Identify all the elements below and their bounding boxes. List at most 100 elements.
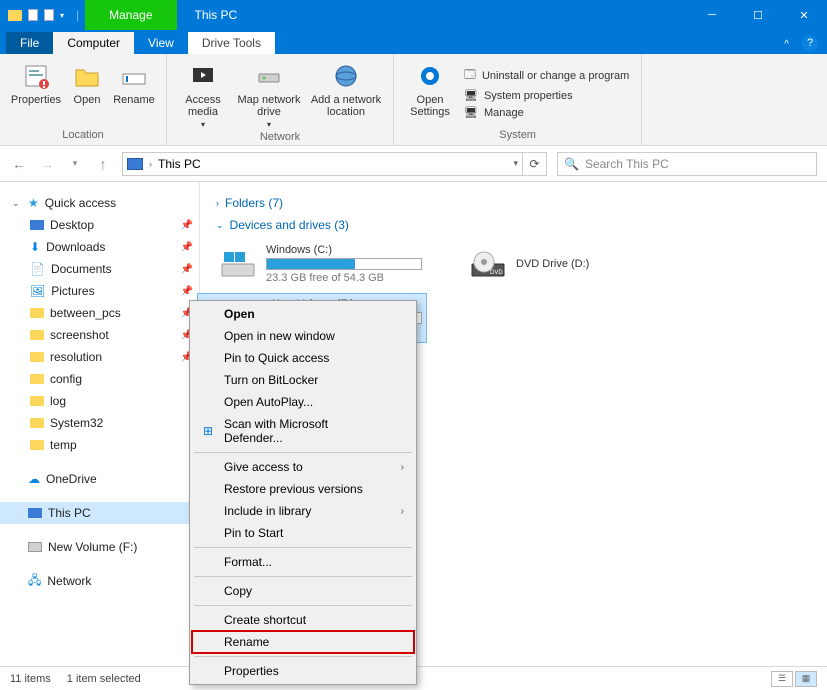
folder-icon [30, 330, 44, 340]
ribbon-group-system: Open Settings 🗔Uninstall or change a pro… [394, 54, 642, 145]
details-view-button[interactable]: ☰ [771, 671, 793, 687]
window-controls: ─ ☐ ✕ [689, 0, 827, 30]
up-button[interactable]: ↑ [94, 156, 112, 172]
menu-item-copy[interactable]: Copy [192, 580, 414, 602]
menu-item-rename[interactable]: Rename [192, 631, 414, 653]
navigation-pane: ⌄★Quick access Desktop📌 ⬇Downloads📌 📄Doc… [0, 182, 200, 666]
system-properties-link[interactable]: 🖥System properties [460, 88, 633, 103]
menu-item-open-new-window[interactable]: Open in new window [192, 325, 414, 347]
label: Rename [113, 94, 155, 106]
collapse-ribbon-icon[interactable]: ^ [784, 39, 789, 50]
tab-drive-tools[interactable]: Drive Tools [188, 32, 275, 54]
pin-icon: 📌 [181, 242, 193, 253]
chevron-down-icon[interactable]: ▾ [513, 158, 518, 169]
menu-item-bitlocker[interactable]: Turn on BitLocker [192, 369, 414, 391]
label: Manage [484, 107, 524, 119]
sidebar-item-system32[interactable]: System32 [0, 412, 199, 434]
tiles-view-button[interactable]: ▦ [795, 671, 817, 687]
menu-item-restore-versions[interactable]: Restore previous versions [192, 478, 414, 500]
search-placeholder: Search This PC [585, 157, 669, 171]
help-icon[interactable]: ? [801, 34, 819, 52]
sidebar-item-new-volume[interactable]: New Volume (F:) [0, 536, 199, 558]
menu-item-create-shortcut[interactable]: Create shortcut [192, 609, 414, 631]
menu-item-open[interactable]: Open [192, 303, 414, 325]
drive-item-dvd[interactable]: DVD DVD Drive (D:) [466, 240, 636, 288]
sidebar-item-between-pcs[interactable]: between_pcs📌 [0, 302, 199, 324]
menu-item-pin-start[interactable]: Pin to Start [192, 522, 414, 544]
tab-computer[interactable]: Computer [53, 32, 134, 54]
sidebar-item-log[interactable]: log [0, 390, 199, 412]
section-drives[interactable]: ⌄Devices and drives (3) [216, 218, 811, 232]
contextual-tab-manage[interactable]: Manage [85, 0, 176, 30]
qat-item-icon[interactable] [44, 9, 54, 21]
menu-item-defender[interactable]: ⊞ Scan with Microsoft Defender... [192, 413, 414, 449]
back-button[interactable]: ← [10, 156, 28, 172]
globe-icon [330, 60, 362, 92]
search-box[interactable]: 🔍 Search This PC [557, 152, 817, 176]
chevron-down-icon: ⌄ [216, 220, 224, 231]
ribbon-group-location: Properties Open Rename Location [0, 54, 167, 145]
chevron-right-icon: › [216, 198, 219, 208]
media-icon [187, 60, 219, 92]
sidebar-item-documents[interactable]: 📄Documents📌 [0, 258, 199, 280]
label: Uninstall or change a program [482, 70, 629, 82]
tab-view[interactable]: View [134, 32, 188, 54]
sidebar-item-quick-access[interactable]: ⌄★Quick access [0, 192, 199, 214]
tab-file[interactable]: File [6, 32, 53, 54]
sidebar-item-this-pc[interactable]: This PC [0, 502, 199, 524]
menu-item-give-access[interactable]: Give access to› [192, 456, 414, 478]
label: Open Settings [402, 94, 458, 118]
open-settings-button[interactable]: Open Settings [402, 58, 458, 127]
recent-locations-button[interactable]: ▾ [66, 158, 84, 169]
maximize-button[interactable]: ☐ [735, 0, 781, 30]
sidebar-item-resolution[interactable]: resolution📌 [0, 346, 199, 368]
sidebar-item-screenshot[interactable]: screenshot📌 [0, 324, 199, 346]
sidebar-item-config[interactable]: config [0, 368, 199, 390]
access-media-button[interactable]: Access media ▾ [175, 58, 231, 129]
menu-item-autoplay[interactable]: Open AutoPlay... [192, 391, 414, 413]
rename-button[interactable]: Rename [110, 58, 158, 127]
label: Copy [224, 584, 252, 598]
sidebar-item-temp[interactable]: temp [0, 434, 199, 456]
qat-dropdown-icon[interactable]: ▾ [60, 11, 64, 20]
sidebar-item-desktop[interactable]: Desktop📌 [0, 214, 199, 236]
label: Properties [224, 664, 279, 678]
label: Pin to Start [224, 526, 283, 540]
refresh-button[interactable]: ⟳ [523, 152, 547, 176]
close-button[interactable]: ✕ [781, 0, 827, 30]
address-bar[interactable]: › This PC ▾ [122, 152, 523, 176]
properties-button[interactable]: Properties [8, 58, 64, 127]
map-network-drive-button[interactable]: Map network drive ▾ [233, 58, 305, 129]
sidebar-item-downloads[interactable]: ⬇Downloads📌 [0, 236, 199, 258]
label: Open AutoPlay... [224, 395, 313, 409]
section-folders[interactable]: ›Folders (7) [216, 196, 811, 210]
group-label: Network [175, 129, 385, 145]
drive-item-c[interactable]: Windows (C:) 23.3 GB free of 54.3 GB [216, 240, 426, 288]
open-folder-icon [71, 60, 103, 92]
sidebar-item-pictures[interactable]: 🖼Pictures📌 [0, 280, 199, 302]
add-network-location-button[interactable]: Add a network location [307, 58, 385, 129]
qat-item-icon[interactable] [28, 9, 38, 21]
label: This PC [48, 506, 91, 520]
manage-link[interactable]: 🖥Manage [460, 105, 633, 120]
rename-icon [118, 60, 150, 92]
separator [194, 547, 412, 548]
chevron-right-icon: › [149, 159, 152, 169]
menu-item-properties[interactable]: Properties [192, 660, 414, 682]
menu-item-format[interactable]: Format... [192, 551, 414, 573]
open-button[interactable]: Open [66, 58, 108, 127]
star-icon: ★ [28, 196, 39, 210]
forward-button[interactable]: → [38, 156, 56, 172]
drive-name: DVD Drive (D:) [516, 258, 632, 270]
uninstall-program-link[interactable]: 🗔Uninstall or change a program [460, 65, 633, 86]
label: Scan with Microsoft Defender... [224, 417, 386, 445]
download-icon: ⬇ [30, 240, 40, 254]
drive-icon [28, 542, 42, 552]
gear-icon [414, 60, 446, 92]
minimize-button[interactable]: ─ [689, 0, 735, 30]
sidebar-item-network[interactable]: 🖧Network [0, 570, 199, 592]
sidebar-item-onedrive[interactable]: ☁OneDrive [0, 468, 199, 490]
menu-item-pin-quick-access[interactable]: Pin to Quick access [192, 347, 414, 369]
shield-icon: ⊞ [200, 423, 216, 439]
menu-item-include-library[interactable]: Include in library› [192, 500, 414, 522]
